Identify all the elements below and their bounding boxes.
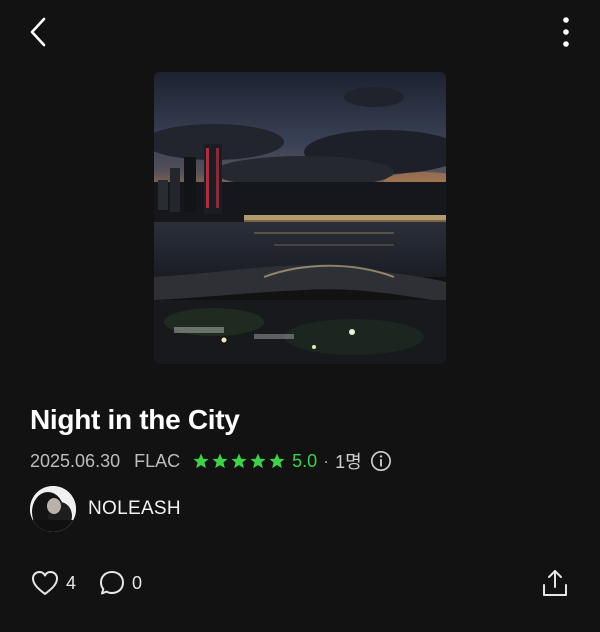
share-upload-icon <box>543 570 567 596</box>
comment-count: 0 <box>132 572 143 593</box>
track-meta-row: 2025.06.30 FLAC 5.0 · 1명 <box>30 448 392 474</box>
comment-bubble-icon <box>100 571 125 595</box>
star-icon <box>193 453 209 469</box>
like-count: 4 <box>66 572 77 593</box>
rating-value: 5.0 <box>292 450 318 471</box>
star-icon <box>231 453 247 469</box>
meta-separator: · <box>323 450 330 471</box>
chevron-left-icon <box>30 17 46 47</box>
avatar-image <box>30 486 76 532</box>
audio-format: FLAC <box>134 450 181 471</box>
release-date: 2025.06.30 <box>30 450 121 471</box>
album-cover[interactable] <box>154 72 446 364</box>
vertical-dots-icon <box>563 17 569 47</box>
rating-info-button[interactable] <box>370 450 392 472</box>
heart-icon <box>32 571 58 595</box>
top-bar <box>0 0 600 64</box>
track-title: Night in the City <box>30 404 240 435</box>
engagement-actions: 4 0 <box>30 566 164 600</box>
artist-name[interactable]: NOLEASH <box>88 498 181 520</box>
star-icon <box>212 453 228 469</box>
star-icon <box>250 453 266 469</box>
rating-count: 1명 <box>335 452 362 472</box>
rating-stars[interactable] <box>192 452 286 470</box>
back-button[interactable] <box>22 14 54 50</box>
album-cover-image <box>154 72 446 364</box>
like-button[interactable]: 4 <box>30 569 76 597</box>
artist-row[interactable]: NOLEASH <box>30 485 181 533</box>
share-button[interactable] <box>540 566 570 600</box>
more-options-button[interactable] <box>554 14 578 50</box>
avatar[interactable] <box>30 486 76 532</box>
comment-button[interactable]: 0 <box>98 569 142 597</box>
star-icon <box>269 453 285 469</box>
info-icon <box>370 451 391 471</box>
